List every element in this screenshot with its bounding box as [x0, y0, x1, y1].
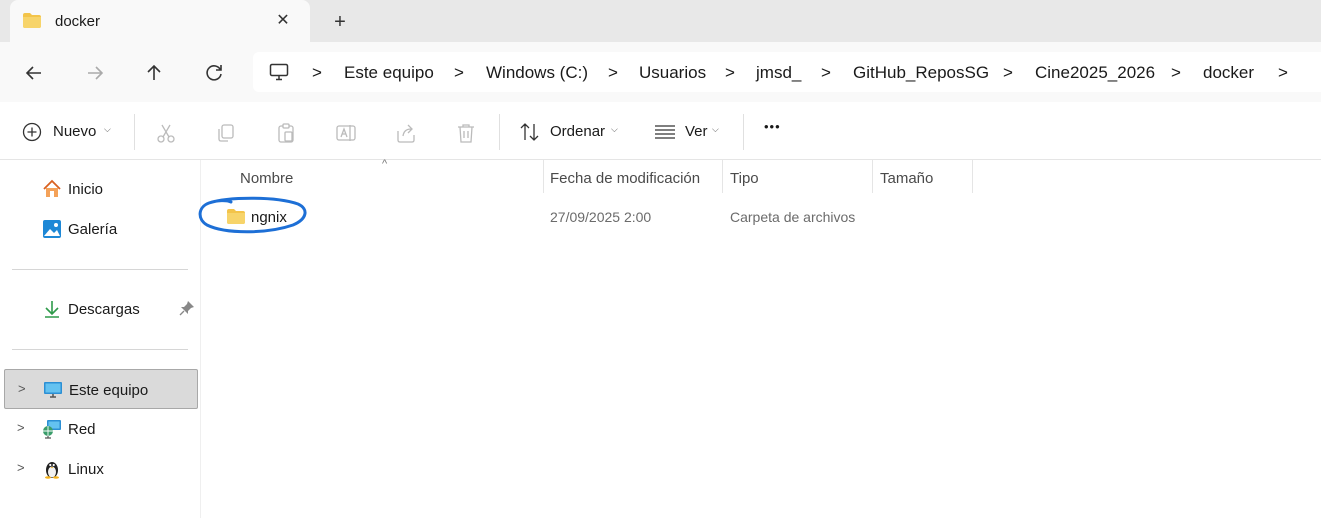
- breadcrumb-cine2025-2026[interactable]: Cine2025_2026: [1035, 63, 1155, 83]
- sort-button[interactable]: Ordenar ⌵: [519, 119, 624, 143]
- close-icon[interactable]: ✕: [274, 12, 292, 30]
- navigation-pane: Inicio Galería Descargas > Este equipo >: [0, 160, 201, 518]
- toolbar-divider: [499, 114, 500, 150]
- delete-icon[interactable]: [455, 122, 477, 144]
- breadcrumb-windows-c[interactable]: Windows (C:): [486, 63, 588, 83]
- sidebar-item-inicio[interactable]: Inicio: [4, 169, 198, 209]
- sidebar-item-este-equipo[interactable]: > Este equipo: [4, 369, 198, 409]
- arrow-left-icon: [25, 66, 41, 80]
- sidebar-divider: [12, 349, 188, 350]
- chevron-down-icon: ⌵: [712, 124, 719, 134]
- sidebar-item-linux[interactable]: > Linux: [4, 449, 198, 489]
- breadcrumb-separator[interactable]: >: [1171, 63, 1181, 83]
- arrow-right-icon: [88, 66, 104, 80]
- breadcrumb-docker[interactable]: docker: [1203, 63, 1254, 83]
- breadcrumb-separator[interactable]: >: [821, 63, 831, 83]
- copy-icon[interactable]: [215, 122, 237, 144]
- network-icon: [43, 420, 61, 439]
- tab-docker[interactable]: docker ✕: [10, 0, 310, 42]
- column-label: Tipo: [730, 170, 759, 187]
- sort-button-label: Ordenar: [550, 123, 606, 140]
- sidebar-item-label: Red: [68, 421, 96, 438]
- column-label: Fecha de modificación: [550, 170, 701, 187]
- home-icon: [43, 179, 61, 197]
- view-list-icon: [655, 125, 675, 139]
- column-label: Tamaño: [880, 170, 934, 187]
- address-bar[interactable]: > Este equipo > Windows (C:) > Usuarios …: [253, 52, 1321, 92]
- breadcrumb-separator[interactable]: >: [608, 63, 618, 83]
- sidebar-item-galeria[interactable]: Galería: [4, 209, 198, 249]
- breadcrumb-este-equipo[interactable]: Este equipo: [344, 63, 434, 83]
- column-header-tamano[interactable]: Tamaño: [872, 160, 972, 193]
- breadcrumb-separator[interactable]: >: [1003, 63, 1013, 83]
- refresh-button[interactable]: [202, 61, 226, 85]
- breadcrumb-separator[interactable]: >: [725, 63, 735, 83]
- share-icon[interactable]: [395, 122, 417, 144]
- sidebar-divider: [12, 269, 188, 270]
- file-modified: 27/09/2025 2:00: [550, 209, 652, 225]
- plus-circle-icon: [22, 122, 42, 142]
- breadcrumb-jmsd[interactable]: jmsd_: [756, 63, 801, 83]
- toolbar-divider: [134, 114, 135, 150]
- breadcrumb-separator[interactable]: >: [454, 63, 464, 83]
- column-divider[interactable]: [972, 160, 973, 193]
- arrow-up-icon: [147, 64, 161, 80]
- view-button[interactable]: Ver ⌵: [654, 119, 734, 143]
- chevron-right-icon[interactable]: >: [17, 420, 25, 435]
- sidebar-item-red[interactable]: > Red: [4, 409, 198, 449]
- new-tab-button[interactable]: +: [329, 11, 351, 33]
- file-name[interactable]: ngnix: [251, 209, 287, 226]
- tab-strip: docker ✕ +: [0, 0, 1321, 42]
- more-options-button[interactable]: •••: [764, 119, 781, 134]
- column-header-nombre[interactable]: Nombre: [201, 160, 543, 193]
- back-button[interactable]: [22, 61, 46, 85]
- tab-title: docker: [55, 13, 101, 30]
- breadcrumb-separator[interactable]: >: [1278, 63, 1288, 83]
- navigation-bar: > Este equipo > Windows (C:) > Usuarios …: [0, 42, 1321, 102]
- up-button[interactable]: [142, 61, 166, 85]
- column-header-tipo[interactable]: Tipo: [722, 160, 872, 193]
- chevron-right-icon[interactable]: >: [17, 460, 25, 475]
- sidebar-item-label: Galería: [68, 221, 118, 238]
- sort-icon: [520, 123, 539, 141]
- refresh-icon: [206, 65, 222, 81]
- forward-button[interactable]: [83, 61, 107, 85]
- chevron-down-icon: ⌵: [104, 124, 111, 134]
- folder-icon: [23, 13, 41, 28]
- download-icon: [45, 301, 59, 318]
- paste-icon[interactable]: [275, 122, 297, 144]
- chevron-right-icon[interactable]: >: [18, 381, 26, 396]
- new-button-label: Nuevo: [53, 123, 97, 140]
- sidebar-item-label: Linux: [68, 461, 104, 478]
- chevron-down-icon: ⌵: [611, 124, 618, 134]
- pin-icon[interactable]: [179, 300, 195, 316]
- command-bar: Nuevo ⌵ Ordenar ⌵ Ver ⌵ •••: [0, 102, 1321, 160]
- view-button-label: Ver: [685, 123, 708, 140]
- rename-icon[interactable]: [335, 122, 357, 144]
- toolbar-divider: [743, 114, 744, 150]
- column-header-fecha[interactable]: Fecha de modificación: [543, 160, 722, 193]
- sidebar-item-descargas[interactable]: Descargas: [4, 289, 198, 329]
- sidebar-item-label: Descargas: [68, 301, 140, 318]
- computer-icon: [269, 63, 289, 81]
- gallery-icon: [43, 220, 61, 238]
- column-label: Nombre: [240, 170, 294, 187]
- file-list: ^ Nombre Fecha de modificación Tipo Tama…: [198, 158, 1321, 518]
- sidebar-item-label: Inicio: [68, 181, 104, 198]
- computer-icon: [44, 382, 62, 398]
- file-type: Carpeta de archivos: [730, 209, 856, 225]
- table-row[interactable]: ngnix 27/09/2025 2:00 Carpeta de archivo…: [198, 196, 881, 234]
- folder-icon: [227, 209, 245, 224]
- new-button[interactable]: Nuevo ⌵: [22, 119, 122, 143]
- sidebar-item-label: Este equipo: [69, 382, 149, 399]
- linux-icon: [45, 462, 59, 479]
- breadcrumb-separator[interactable]: >: [312, 63, 322, 83]
- breadcrumb-usuarios[interactable]: Usuarios: [639, 63, 706, 83]
- cut-icon[interactable]: [155, 122, 177, 144]
- breadcrumb-github-repossg[interactable]: GitHub_ReposSG: [853, 63, 989, 83]
